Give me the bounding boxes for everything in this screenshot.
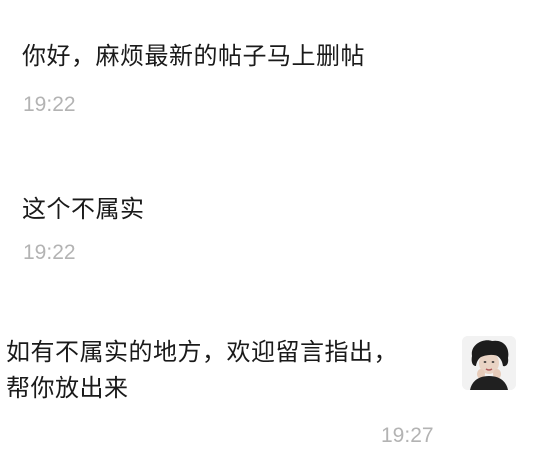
chat-conversation: 你好，麻烦最新的帖子马上删帖 19:22 这个不属实 19:22 如有不属实的地… (0, 0, 550, 456)
message-line: 帮你放出来 (6, 374, 129, 402)
user-avatar-photo-icon[interactable] (462, 336, 516, 390)
message-timestamp: 19:27 (381, 424, 434, 447)
message-timestamp: 19:22 (23, 93, 76, 116)
message-text: 这个不属实 (22, 195, 145, 223)
message-text: 如有不属实的地方，欢迎留言指出， 帮你放出来 (6, 334, 446, 406)
message-line: 如有不属实的地方，欢迎留言指出， (6, 338, 398, 366)
message-timestamp: 19:22 (23, 241, 76, 264)
message-text: 你好，麻烦最新的帖子马上删帖 (22, 42, 365, 70)
